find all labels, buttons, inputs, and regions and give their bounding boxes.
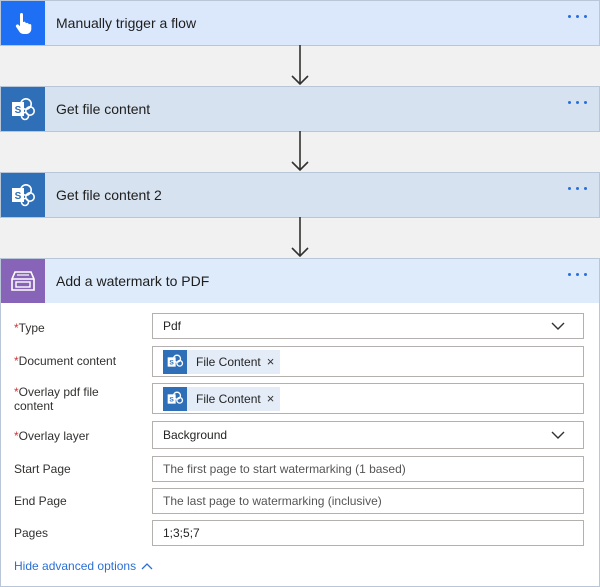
chevron-up-icon	[141, 563, 153, 570]
get-file-content-2-more-menu[interactable]	[568, 187, 587, 190]
watermark-form: *Type Pdf *Document content S File Conte…	[1, 303, 599, 586]
end-page-label-text: End Page	[14, 494, 67, 508]
remove-token-icon[interactable]: ×	[267, 354, 275, 369]
svg-text:S: S	[15, 105, 22, 116]
overlay-layer-label: *Overlay layer	[14, 429, 144, 443]
svg-text:S: S	[169, 396, 174, 403]
document-content-label-text: Document content	[18, 354, 117, 368]
get-file-content-card[interactable]: S Get file content	[0, 86, 600, 132]
svg-text:S: S	[15, 191, 22, 202]
sharepoint-icon: S	[163, 386, 187, 411]
overlay-pdf-label-text: Overlay pdf file content	[14, 385, 99, 413]
overlay-pdf-token[interactable]: S File Content ×	[163, 386, 281, 411]
overlay-pdf-field[interactable]: S File Content ×	[152, 383, 584, 414]
trigger-card[interactable]: Manually trigger a flow	[0, 0, 600, 46]
hide-advanced-options-link[interactable]: Hide advanced options	[14, 559, 153, 573]
sharepoint-icon: S	[1, 87, 45, 131]
trigger-more-menu[interactable]	[568, 15, 587, 18]
trigger-card-header[interactable]: Manually trigger a flow	[1, 1, 599, 45]
connector-arrow-1	[291, 45, 309, 86]
sharepoint-icon: S	[163, 349, 187, 374]
overlay-layer-label-text: Overlay layer	[18, 429, 90, 443]
overlay-pdf-label: *Overlay pdf file content	[14, 385, 114, 413]
get-file-content-header[interactable]: S Get file content	[1, 87, 599, 131]
document-content-token[interactable]: S File Content ×	[163, 349, 281, 374]
connector-arrow-3	[291, 217, 309, 258]
get-file-content-2-card[interactable]: S Get file content 2	[0, 172, 600, 218]
type-label: *Type	[14, 321, 144, 335]
get-file-content-more-menu[interactable]	[568, 101, 587, 104]
document-content-token-label: File Content	[196, 354, 261, 369]
pages-input[interactable]: 1;3;5;7	[152, 520, 584, 546]
watermark-more-menu[interactable]	[568, 273, 587, 276]
remove-token-icon[interactable]: ×	[267, 391, 275, 406]
sharepoint-icon: S	[1, 173, 45, 217]
end-page-placeholder: The last page to watermarking (inclusive…	[163, 494, 382, 508]
start-page-label-text: Start Page	[14, 462, 71, 476]
pages-label-text: Pages	[14, 526, 49, 540]
type-label-text: Type	[18, 321, 45, 335]
end-page-input[interactable]: The last page to watermarking (inclusive…	[152, 488, 584, 514]
watermark-card[interactable]: Add a watermark to PDF *Type Pdf *Docume…	[0, 258, 600, 587]
type-dropdown[interactable]: Pdf	[152, 313, 584, 339]
chevron-down-icon	[551, 431, 565, 439]
overlay-layer-value: Background	[163, 428, 228, 442]
trigger-title: Manually trigger a flow	[56, 15, 197, 31]
get-file-content-2-title: Get file content 2	[56, 187, 162, 203]
start-page-placeholder: The first page to start watermarking (1 …	[163, 462, 406, 476]
hand-pointer-icon	[1, 1, 45, 45]
type-value: Pdf	[163, 319, 182, 333]
chevron-down-icon	[551, 322, 565, 330]
watermark-card-header[interactable]: Add a watermark to PDF	[1, 259, 599, 303]
overlay-layer-dropdown[interactable]: Background	[152, 421, 584, 449]
get-file-content-2-header[interactable]: S Get file content 2	[1, 173, 599, 217]
overlay-pdf-token-label: File Content	[196, 391, 261, 406]
svg-text:S: S	[169, 359, 174, 366]
document-content-label-row: *Document content	[14, 354, 144, 368]
pages-value: 1;3;5;7	[163, 526, 200, 540]
watermark-title: Add a watermark to PDF	[56, 273, 210, 289]
start-page-label: Start Page	[14, 462, 144, 476]
connector-arrow-2	[291, 131, 309, 172]
archive-icon	[1, 259, 45, 303]
hide-advanced-options-text: Hide advanced options	[14, 559, 137, 573]
end-page-label: End Page	[14, 494, 144, 508]
pages-label: Pages	[14, 526, 144, 540]
get-file-content-title: Get file content	[56, 101, 151, 117]
document-content-field[interactable]: S File Content ×	[152, 346, 584, 377]
start-page-input[interactable]: The first page to start watermarking (1 …	[152, 456, 584, 482]
